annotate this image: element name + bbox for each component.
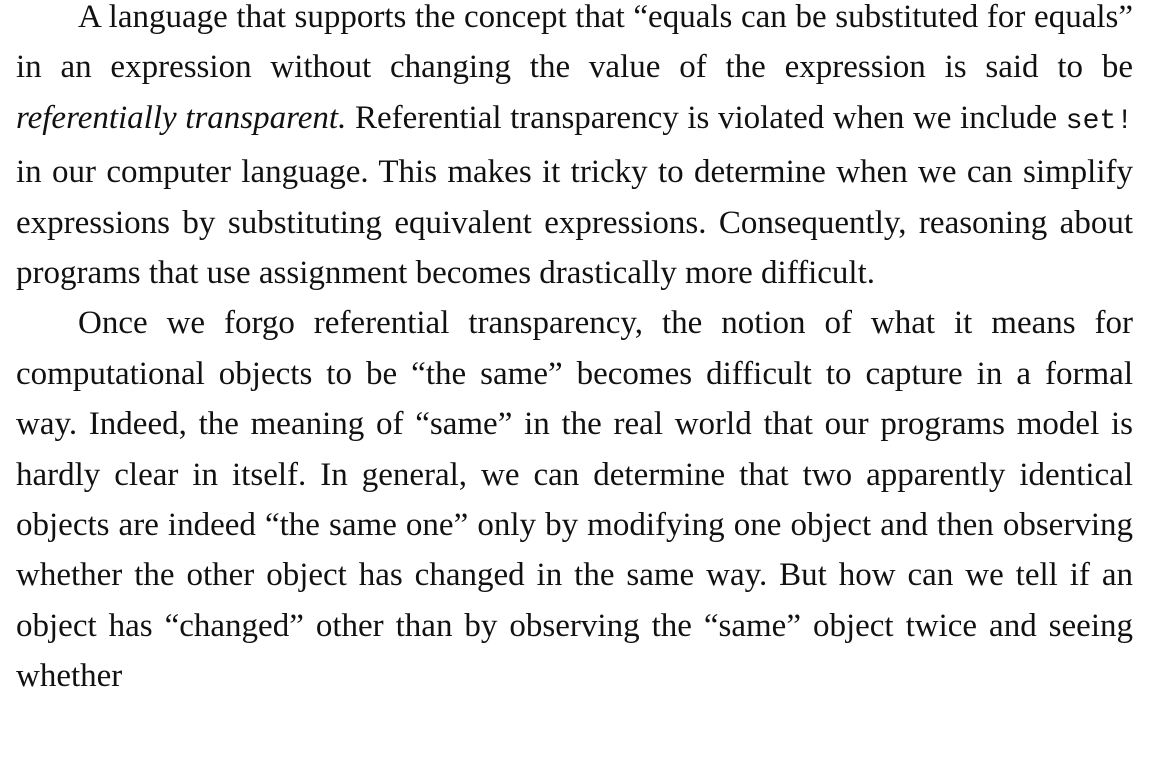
paragraph-1-text-middle: Referential transparency is violated whe… (346, 99, 1066, 136)
paragraph-1-text-end: in our computer language. This makes it … (16, 154, 1133, 292)
paragraph-referential-transparency: A language that supports the concept tha… (16, 0, 1133, 298)
paragraph-1-text-start: A language that supports the concept tha… (16, 0, 1133, 86)
paragraph-sameness: Once we forgo referential transparency, … (16, 305, 1133, 695)
emphasized-term: referentially transparent. (16, 99, 347, 136)
inline-code: set! (1065, 105, 1134, 137)
document-page: A language that supports the concept tha… (16, 0, 1133, 702)
